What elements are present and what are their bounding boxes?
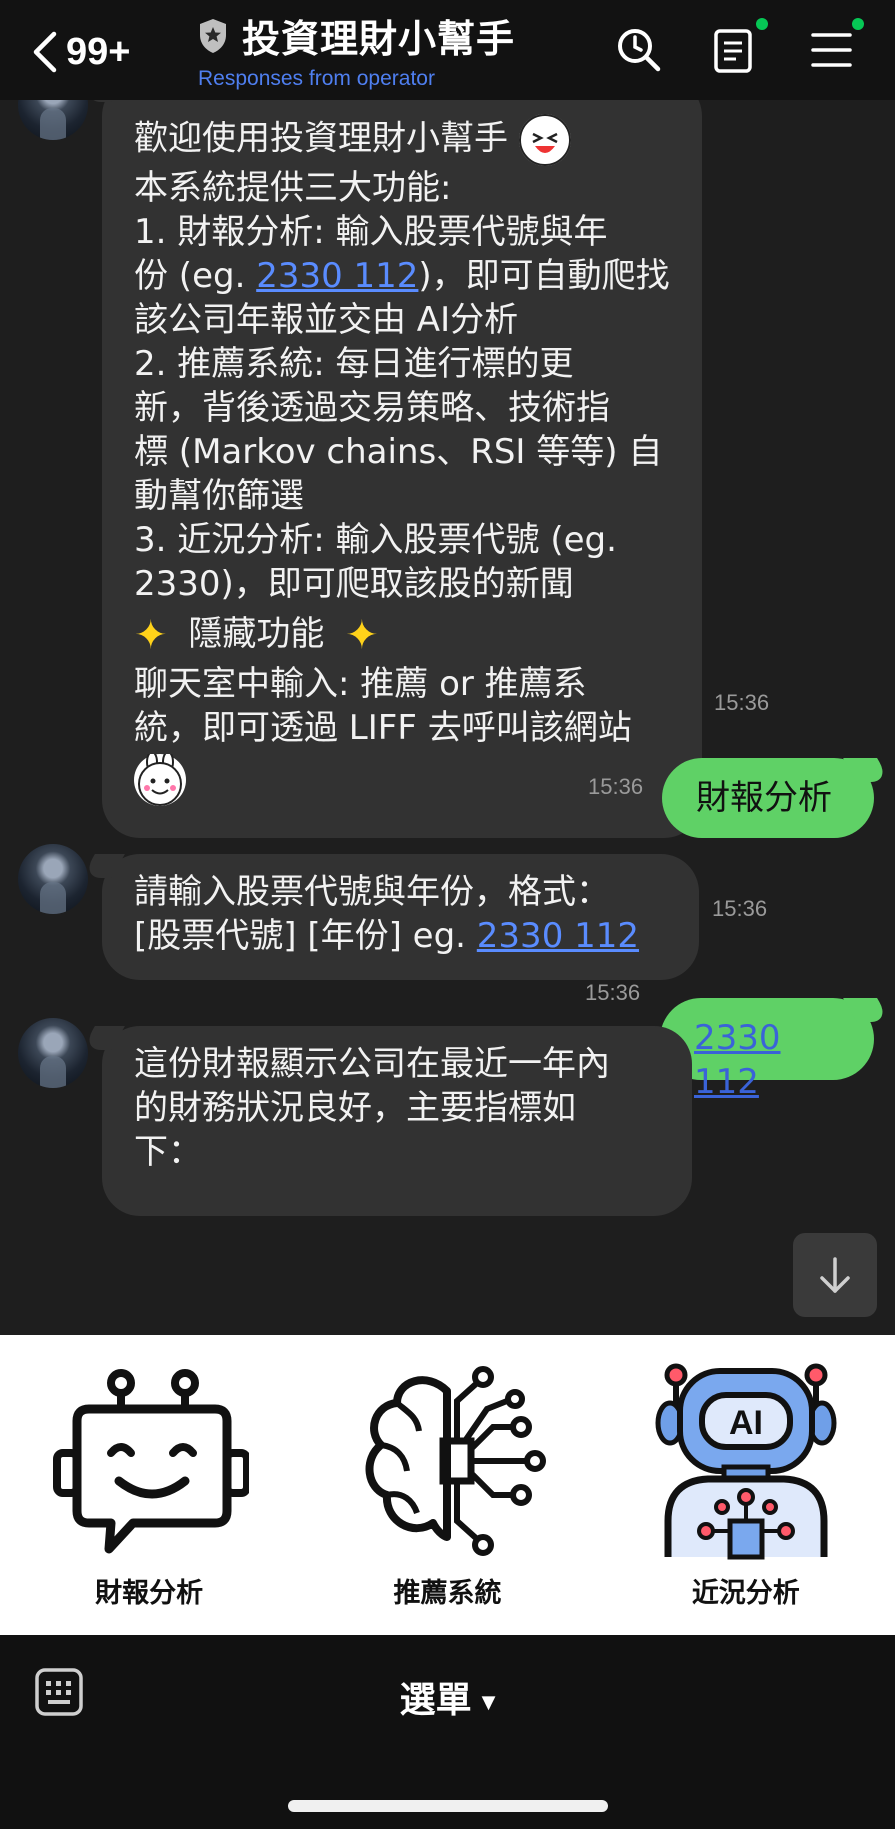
result-line: 的財務狀況良好，主要指標如 bbox=[134, 1088, 576, 1128]
sparkles-icon: ✦ bbox=[345, 612, 379, 659]
chat-subtitle: Responses from operator bbox=[198, 67, 435, 90]
welcome-line: 1. 財報分析: 輸入股票代號與年 bbox=[134, 212, 608, 252]
menu-badge-dot bbox=[852, 18, 864, 30]
prompt-message: 請輸入股票代號與年份，格式： [股票代號] [年份] eg. 2330 112 bbox=[102, 854, 699, 980]
richmenu-label: 推薦系統 bbox=[393, 1578, 502, 1609]
welcome-line: 該公司年報並交由 AI分析 bbox=[134, 300, 519, 340]
back-button[interactable]: 99+ bbox=[30, 22, 130, 82]
welcome-line: 統，即可透過 LIFF 去呼叫該網站 bbox=[134, 707, 632, 748]
bot-avatar[interactable] bbox=[18, 1018, 88, 1088]
bot-avatar[interactable] bbox=[18, 100, 88, 140]
caret-down-icon: ▼ bbox=[481, 1691, 496, 1713]
sparkles-icon: ✦ bbox=[134, 612, 168, 659]
bunny-sticker-icon bbox=[134, 750, 186, 806]
message-time: 15:36 bbox=[714, 690, 770, 715]
chat-header: 99+ 投資理財小幫手 Responses from operator bbox=[0, 0, 895, 100]
welcome-line: 3. 近況分析: 輸入股票代號 (eg. bbox=[134, 520, 617, 560]
welcome-line: 份 (eg. bbox=[134, 256, 257, 296]
welcome-line: 動幫你篩選 bbox=[134, 476, 304, 516]
prompt-line: 請輸入股票代號與年份，格式： bbox=[134, 872, 610, 912]
laughing-face-sticker-icon bbox=[518, 114, 571, 166]
user-message: 財報分析 bbox=[662, 758, 874, 838]
welcome-line: 2. 推薦系統: 每日進行標的更 bbox=[134, 344, 574, 384]
stock-code-link[interactable]: 2330 112 bbox=[477, 916, 639, 956]
menu-toggle-button[interactable]: 選單 ▼ bbox=[0, 1671, 895, 1723]
scroll-to-bottom-button[interactable] bbox=[793, 1233, 877, 1317]
rich-menu: 財報分析 推薦系統 AI 近況分析 bbox=[0, 1335, 895, 1635]
hidden-feature-label: 隱藏功能 bbox=[188, 614, 325, 654]
chat-title: 投資理財小幫手 bbox=[242, 17, 516, 61]
message-time: 15:36 bbox=[712, 896, 768, 921]
welcome-line: 本系統提供三大功能: bbox=[134, 168, 452, 208]
message-time: 15:36 bbox=[585, 980, 641, 1005]
result-line: 這份財報顯示公司在最近一年內 bbox=[134, 1044, 610, 1084]
welcome-line: )，即可自動爬找 bbox=[418, 256, 670, 296]
search-icon[interactable] bbox=[614, 25, 664, 75]
shield-star-icon bbox=[200, 18, 226, 53]
home-indicator bbox=[288, 1800, 608, 1812]
welcome-line: 標 (Markov chains、RSI 等等) 自 bbox=[134, 432, 663, 472]
svg-text:AI: AI bbox=[729, 1404, 763, 1442]
welcome-line: 2330)，即可爬取該股的新聞 bbox=[134, 564, 574, 604]
prompt-line: [股票代號] [年份] eg. bbox=[134, 916, 477, 956]
bottom-bar: 選單 ▼ bbox=[0, 1635, 895, 1829]
stock-code-link[interactable]: 2330 112 bbox=[256, 256, 418, 296]
welcome-line: 新，背後透過交易策略、技術指 bbox=[134, 388, 610, 428]
notes-badge-dot bbox=[756, 18, 768, 30]
stock-code-link[interactable]: 2330 112 bbox=[694, 1018, 781, 1102]
welcome-line: 歡迎使用投資理財小幫手 bbox=[134, 118, 508, 159]
result-line: 下： bbox=[134, 1132, 202, 1172]
chat-messages[interactable]: 歡迎使用投資理財小幫手 本系統提供三大功能: 1. 財報分析: 輸入股票代號與年… bbox=[0, 100, 895, 1335]
bot-avatar[interactable] bbox=[18, 844, 88, 914]
arrow-down-icon bbox=[820, 1257, 850, 1293]
ai-robot-icon: AI bbox=[655, 1363, 837, 1560]
menu-icon[interactable] bbox=[810, 25, 854, 75]
menu-toggle-label: 選單 bbox=[399, 1680, 472, 1721]
richmenu-financial-report[interactable]: 財報分析 bbox=[0, 1335, 298, 1635]
welcome-line: 聊天室中輸入: 推薦 or 推薦系 bbox=[134, 663, 587, 704]
message-time: 15:36 bbox=[588, 774, 644, 799]
brain-circuit-icon bbox=[366, 1366, 547, 1556]
chat-title-area[interactable]: 投資理財小幫手 Responses from operator bbox=[198, 8, 538, 91]
richmenu-label: 財報分析 bbox=[95, 1578, 204, 1609]
result-message: 這份財報顯示公司在最近一年內 的財務狀況良好，主要指標如 下： bbox=[102, 1026, 692, 1216]
richmenu-recent-analysis[interactable]: AI 近況分析 bbox=[597, 1335, 895, 1635]
richmenu-label: 近況分析 bbox=[691, 1578, 800, 1609]
user-message: 2330 112 bbox=[660, 998, 874, 1102]
unread-count: 99+ bbox=[66, 30, 131, 73]
robot-chat-icon bbox=[53, 1369, 250, 1554]
richmenu-recommend-system[interactable]: 推薦系統 bbox=[298, 1335, 596, 1635]
notes-icon[interactable] bbox=[712, 25, 756, 75]
welcome-message: 歡迎使用投資理財小幫手 本系統提供三大功能: 1. 財報分析: 輸入股票代號與年… bbox=[102, 100, 702, 838]
chevron-left-icon bbox=[33, 31, 57, 73]
